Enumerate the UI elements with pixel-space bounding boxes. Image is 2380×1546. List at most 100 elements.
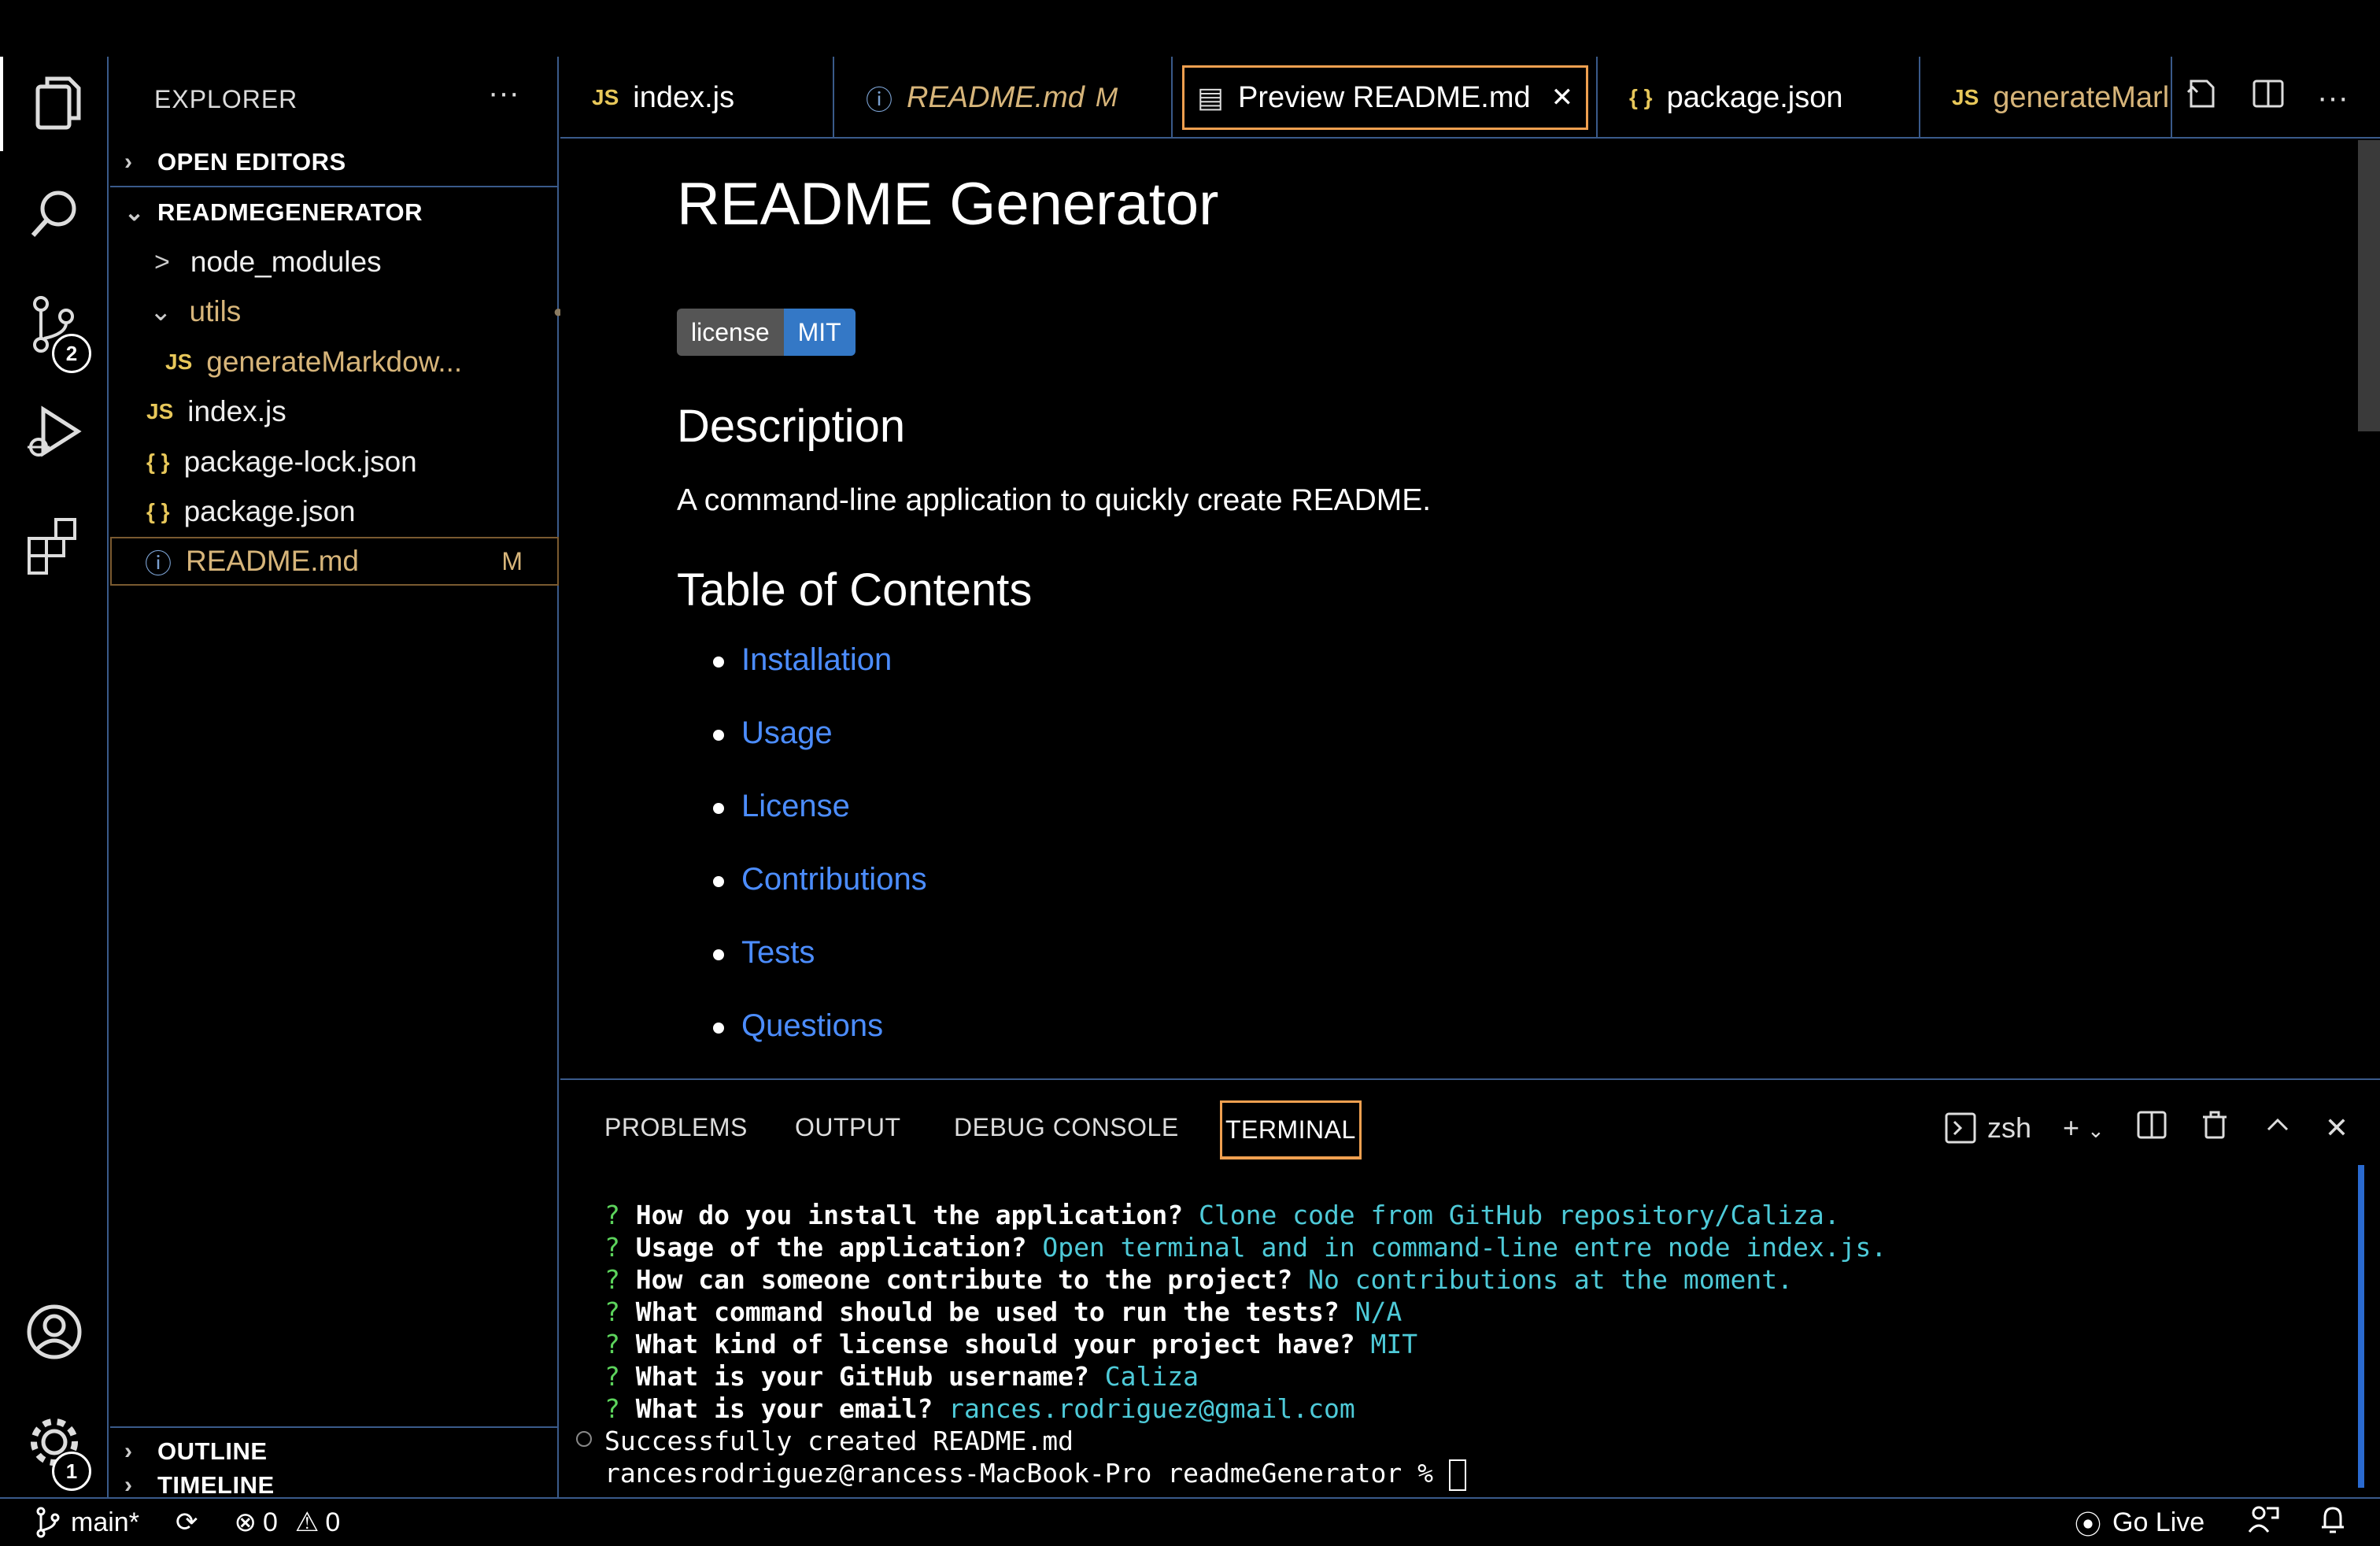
- chevron-right-icon: ›: [124, 1472, 133, 1498]
- source-control-badge: 2: [52, 334, 91, 373]
- info-icon: ⓘ: [145, 549, 172, 579]
- chevron-right-icon: ›: [124, 1438, 133, 1464]
- tab-label: package.json: [1666, 80, 1843, 114]
- js-file-icon: JS: [165, 350, 193, 374]
- panel-actions: zsh + ⌄ ✕: [1945, 1100, 2349, 1156]
- js-file-icon: JS: [146, 399, 174, 423]
- terminal-line: ? How do you install the application? Cl…: [604, 1200, 1840, 1230]
- tree-item-label: README.md: [186, 545, 359, 577]
- timeline-section[interactable]: › TIMELINE: [110, 1471, 559, 1499]
- more-actions-icon[interactable]: ···: [488, 76, 519, 111]
- description-text: A command-line application to quickly cr…: [677, 483, 1432, 517]
- tab-readme-md[interactable]: ⓘ README.md M: [834, 57, 1173, 139]
- terminal-line: ? What is your email? rances.rodriguez@g…: [604, 1393, 1355, 1424]
- tab-package-json[interactable]: { } package.json: [1598, 57, 1920, 139]
- git-branch-icon: [36, 1507, 60, 1538]
- more-actions-icon[interactable]: ···: [2317, 80, 2349, 116]
- toc-link-tests[interactable]: Tests: [713, 935, 815, 971]
- tab-preview-readme[interactable]: ▤ Preview README.md ✕: [1173, 57, 1598, 139]
- bottom-panel: PROBLEMS OUTPUT DEBUG CONSOLE TERMINAL z…: [560, 1078, 2380, 1497]
- broadcast-icon: ⦿: [2075, 1510, 2101, 1540]
- toc-link-questions[interactable]: Questions: [713, 1008, 883, 1044]
- new-terminal-icon[interactable]: + ⌄: [2063, 1111, 2105, 1145]
- extensions-icon[interactable]: [0, 497, 109, 592]
- timeline-label: TIMELINE: [157, 1471, 275, 1499]
- tab-index-js[interactable]: JS index.js: [560, 57, 834, 139]
- tab-generatemarkdown[interactable]: JS generateMarl: [1920, 57, 2172, 139]
- toc-link-license[interactable]: License: [713, 789, 850, 824]
- toc-link-installation[interactable]: Installation: [713, 642, 892, 678]
- shell-name: zsh: [1986, 1111, 2031, 1144]
- tab-output[interactable]: OUTPUT: [795, 1113, 901, 1142]
- tree-item-package-json[interactable]: { } package.json: [110, 487, 595, 536]
- chevron-right-icon: ›: [124, 149, 133, 175]
- close-icon[interactable]: ✕: [2325, 1111, 2349, 1145]
- prompt-status-icon: [576, 1431, 592, 1447]
- tree-item-utils[interactable]: ⌄ utils ●: [110, 287, 598, 336]
- chevron-down-icon: ⌄: [150, 297, 172, 327]
- error-icon: ⊗: [234, 1507, 257, 1537]
- status-bar: main* ⟳ ⊗ 0 ⚠ 0 ⦿ Go Live: [0, 1497, 2380, 1546]
- json-file-icon: { }: [146, 449, 170, 474]
- terminal-line: ? What command should be used to run the…: [604, 1296, 1402, 1327]
- tree-item-label: node_modules: [190, 246, 382, 278]
- preview-scrollbar[interactable]: [2358, 140, 2380, 431]
- tree-item-node-modules[interactable]: > node_modules: [110, 238, 603, 287]
- maximize-panel-icon[interactable]: [2262, 1109, 2293, 1148]
- json-file-icon: { }: [1629, 85, 1653, 109]
- tree-item-index-js[interactable]: JS index.js: [110, 387, 595, 436]
- open-editors-label: OPEN EDITORS: [157, 148, 346, 176]
- markdown-preview: README Generator license MIT Description…: [560, 140, 2363, 1077]
- tab-problems[interactable]: PROBLEMS: [604, 1113, 748, 1142]
- split-editor-icon[interactable]: [2251, 76, 2286, 119]
- outline-section[interactable]: › OUTLINE: [110, 1426, 559, 1475]
- chevron-right-icon: >: [154, 246, 170, 277]
- activity-bar: 2 1: [0, 57, 109, 1497]
- close-icon[interactable]: ✕: [1551, 82, 1574, 113]
- branch-indicator[interactable]: main*: [35, 1507, 139, 1538]
- source-control-icon[interactable]: 2: [0, 277, 109, 373]
- tab-terminal[interactable]: TERMINAL: [1220, 1100, 1362, 1160]
- search-icon[interactable]: [0, 167, 109, 261]
- license-badge-left: license: [677, 309, 784, 356]
- terminal-line: ? What is your GitHub username? Caliza: [604, 1361, 1199, 1392]
- trash-icon[interactable]: [2199, 1109, 2230, 1148]
- gear-icon[interactable]: 1: [0, 1395, 109, 1491]
- feedback-icon[interactable]: [2248, 1503, 2279, 1542]
- terminal-scrollbar[interactable]: [2358, 1165, 2364, 1488]
- toc-heading: Table of Contents: [677, 564, 1033, 616]
- toc-link-contributions[interactable]: Contributions: [713, 862, 927, 897]
- tree-item-label: utils: [189, 295, 242, 327]
- toc-link-usage[interactable]: Usage: [713, 716, 833, 751]
- terminal-line: ? How can someone contribute to the proj…: [604, 1264, 1793, 1295]
- project-label: READMEGENERATOR: [157, 198, 423, 226]
- tree-item-generatemarkdown[interactable]: JS generateMarkdow... M: [110, 338, 614, 386]
- tab-debug-console[interactable]: DEBUG CONSOLE: [954, 1113, 1179, 1142]
- split-terminal-icon[interactable]: [2136, 1109, 2168, 1148]
- info-icon: ⓘ: [866, 85, 893, 116]
- tree-item-package-lock[interactable]: { } package-lock.json: [110, 438, 595, 486]
- explorer-icon[interactable]: [0, 57, 112, 151]
- tree-item-label: index.js: [187, 395, 286, 427]
- modified-indicator: M: [1095, 82, 1118, 113]
- explorer-sidebar: EXPLORER ··· › OPEN EDITORS ⌄ READMEGENE…: [110, 57, 579, 1499]
- tree-item-label: generateMarkdow...: [206, 346, 463, 378]
- editor-actions: ···: [2185, 57, 2349, 139]
- terminal-shell-selector[interactable]: zsh: [1945, 1111, 2031, 1145]
- tab-label: Preview README.md: [1238, 80, 1531, 114]
- js-file-icon: JS: [1952, 85, 1979, 109]
- project-section[interactable]: ⌄ READMEGENERATOR: [110, 189, 559, 236]
- go-live-button[interactable]: ⦿ Go Live: [2075, 1503, 2204, 1542]
- open-editors-section[interactable]: › OPEN EDITORS: [110, 139, 559, 187]
- open-source-icon[interactable]: [2185, 76, 2219, 119]
- tab-label: index.js: [633, 80, 735, 114]
- run-debug-icon[interactable]: [0, 387, 109, 482]
- sync-icon[interactable]: ⟳: [176, 1507, 198, 1538]
- terminal-output[interactable]: ? How do you install the application? Cl…: [604, 1167, 1887, 1491]
- tree-item-readme[interactable]: ⓘ README.md M: [110, 537, 559, 586]
- warning-icon: ⚠: [294, 1507, 320, 1537]
- preview-icon: ▤: [1197, 81, 1225, 113]
- account-icon[interactable]: [0, 1285, 109, 1379]
- bell-icon[interactable]: [2317, 1503, 2349, 1542]
- problems-indicator[interactable]: ⊗ 0 ⚠ 0: [234, 1507, 340, 1538]
